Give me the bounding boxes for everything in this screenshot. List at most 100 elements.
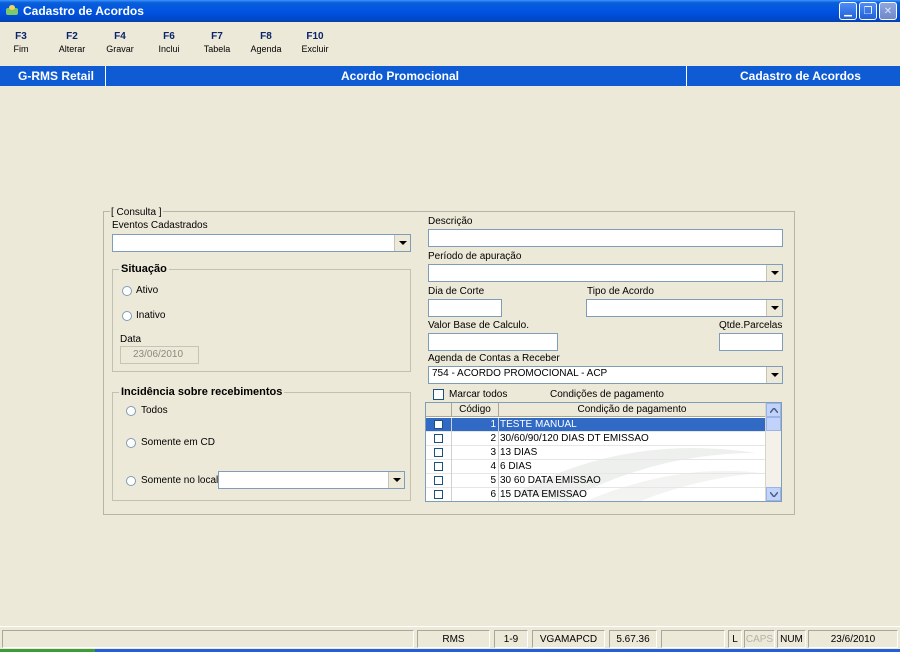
status-caps: CAPS (744, 630, 775, 648)
somente-cd-label: Somente em CD (141, 437, 215, 448)
qtde-parcelas-input[interactable] (719, 333, 783, 351)
table-row[interactable]: 6 15 DATA EMISSAO (426, 488, 765, 501)
row-desc: 13 DIAS (500, 447, 538, 458)
row-desc: 6 DIAS (500, 461, 532, 472)
status-system: RMS (417, 630, 490, 648)
row-checkbox[interactable] (434, 420, 443, 429)
dia-corte-input[interactable] (428, 299, 502, 317)
inativo-radio[interactable] (122, 311, 132, 321)
band-module-title: Acordo Promocional (341, 69, 460, 83)
minimize-button[interactable]: ▁ (839, 2, 857, 20)
row-checkbox[interactable] (434, 448, 443, 457)
grid-header: Código Condição de pagamento (426, 403, 765, 417)
eventos-label: Eventos Cadastrados (112, 220, 208, 231)
fkey-key: F3 (15, 31, 27, 42)
row-checkbox[interactable] (434, 476, 443, 485)
table-row[interactable]: 1 TESTE MANUAL (426, 418, 765, 432)
somente-local-label: Somente no local (141, 475, 219, 486)
chevron-up-icon (769, 407, 778, 413)
row-checkbox[interactable] (434, 434, 443, 443)
incidencia-legend: Incidência sobre recebimentos (119, 386, 285, 398)
row-code: 2 (490, 433, 496, 444)
grid-header-codigo[interactable]: Código (452, 403, 499, 417)
row-desc: 30 60 DATA EMISSAO (500, 475, 601, 486)
chevron-down-icon[interactable] (394, 235, 410, 251)
grid-divider (498, 418, 499, 432)
table-row[interactable]: 3 13 DIAS (426, 446, 765, 460)
agenda-value: 754 - ACORDO PROMOCIONAL - ACP (432, 368, 608, 379)
fkey-f3-fim[interactable]: F3 Fim (8, 30, 34, 56)
consulta-legend: [ Consulta ] (110, 207, 163, 218)
row-desc: 30/60/90/120 DIAS DT EMISSAO (500, 433, 649, 444)
agenda-label: Agenda de Contas a Receber (428, 353, 560, 364)
grid-divider (498, 488, 499, 501)
tipo-acordo-select[interactable] (586, 299, 783, 317)
scroll-thumb[interactable] (766, 417, 781, 431)
somente-local-select[interactable] (218, 471, 405, 489)
fkey-key: F6 (163, 31, 175, 42)
chevron-down-icon[interactable] (766, 265, 782, 281)
fkey-f8-agenda[interactable]: F8 Agenda (246, 30, 286, 56)
condicoes-label: Condições de pagamento (550, 389, 664, 400)
status-user: VGAMAPCD (532, 630, 605, 648)
fkey-label: Agenda (250, 44, 282, 54)
status-range: 1-9 (494, 630, 528, 648)
periodo-select[interactable] (428, 264, 783, 282)
fkey-label: Inclui (158, 44, 180, 54)
function-key-toolbar: F3 Fim F2 Alterar F4 Gravar F6 Inclui F7… (0, 22, 900, 66)
fkey-label: Fim (13, 44, 29, 54)
todos-radio[interactable] (126, 406, 136, 416)
descricao-input[interactable] (428, 229, 783, 247)
marcar-todos-label: Marcar todos (449, 389, 508, 400)
chevron-down-icon[interactable] (388, 472, 404, 488)
band-divider (105, 66, 106, 86)
fkey-f7-tabela[interactable]: F7 Tabela (199, 30, 235, 56)
grid-divider (498, 432, 499, 446)
band-divider (686, 66, 687, 86)
fkey-f10-excluir[interactable]: F10 Excluir (297, 30, 333, 56)
row-code: 6 (490, 489, 496, 500)
table-row[interactable]: 5 30 60 DATA EMISSAO (426, 474, 765, 488)
situacao-legend: Situação (119, 263, 169, 275)
chevron-down-icon[interactable] (766, 300, 782, 316)
fkey-f4-gravar[interactable]: F4 Gravar (102, 30, 138, 56)
table-row[interactable]: 4 6 DIAS (426, 460, 765, 474)
row-desc: 15 DATA EMISSAO (500, 489, 587, 500)
agenda-select[interactable]: 754 - ACORDO PROMOCIONAL - ACP (428, 366, 783, 384)
table-row[interactable]: 2 30/60/90/120 DIAS DT EMISSAO (426, 432, 765, 446)
ativo-radio[interactable] (122, 286, 132, 296)
scroll-down-button[interactable] (766, 487, 781, 501)
fkey-label: Tabela (203, 44, 231, 54)
valor-base-input[interactable] (428, 333, 558, 351)
status-message (2, 630, 414, 648)
fkey-f2-alterar[interactable]: F2 Alterar (54, 30, 90, 56)
row-checkbox[interactable] (434, 462, 443, 471)
grid-header-check-col (426, 403, 452, 417)
maximize-button[interactable]: ❐ (859, 2, 877, 20)
data-field: 23/06/2010 (120, 346, 199, 364)
status-date: 23/6/2010 (808, 630, 898, 648)
fkey-key: F8 (260, 31, 272, 42)
grid-divider (498, 460, 499, 474)
grid-scrollbar[interactable] (765, 403, 781, 501)
qtde-parcelas-label: Qtde.Parcelas (719, 320, 783, 331)
window-title: Cadastro de Acordos (23, 4, 144, 18)
fkey-f6-inclui[interactable]: F6 Inclui (152, 30, 186, 56)
grid-divider (498, 446, 499, 460)
condicoes-grid[interactable]: Código Condição de pagamento 1 TESTE MAN… (425, 402, 782, 502)
somente-cd-radio[interactable] (126, 438, 136, 448)
row-checkbox[interactable] (434, 490, 443, 499)
close-button[interactable]: ✕ (879, 2, 897, 20)
marcar-todos-checkbox[interactable] (433, 389, 444, 400)
status-version: 5.67.36 (609, 630, 657, 648)
scroll-up-button[interactable] (766, 403, 781, 417)
fkey-label: Gravar (106, 44, 134, 54)
tipo-acordo-label: Tipo de Acordo (587, 286, 654, 297)
somente-local-radio[interactable] (126, 476, 136, 486)
eventos-select[interactable] (112, 234, 411, 252)
fkey-key: F10 (306, 31, 324, 42)
grid-header-condicao[interactable]: Condição de pagamento (499, 403, 765, 417)
chevron-down-icon[interactable] (766, 367, 782, 383)
inativo-label: Inativo (136, 310, 166, 321)
header-band: G-RMS Retail Acordo Promocional Cadastro… (0, 66, 900, 86)
